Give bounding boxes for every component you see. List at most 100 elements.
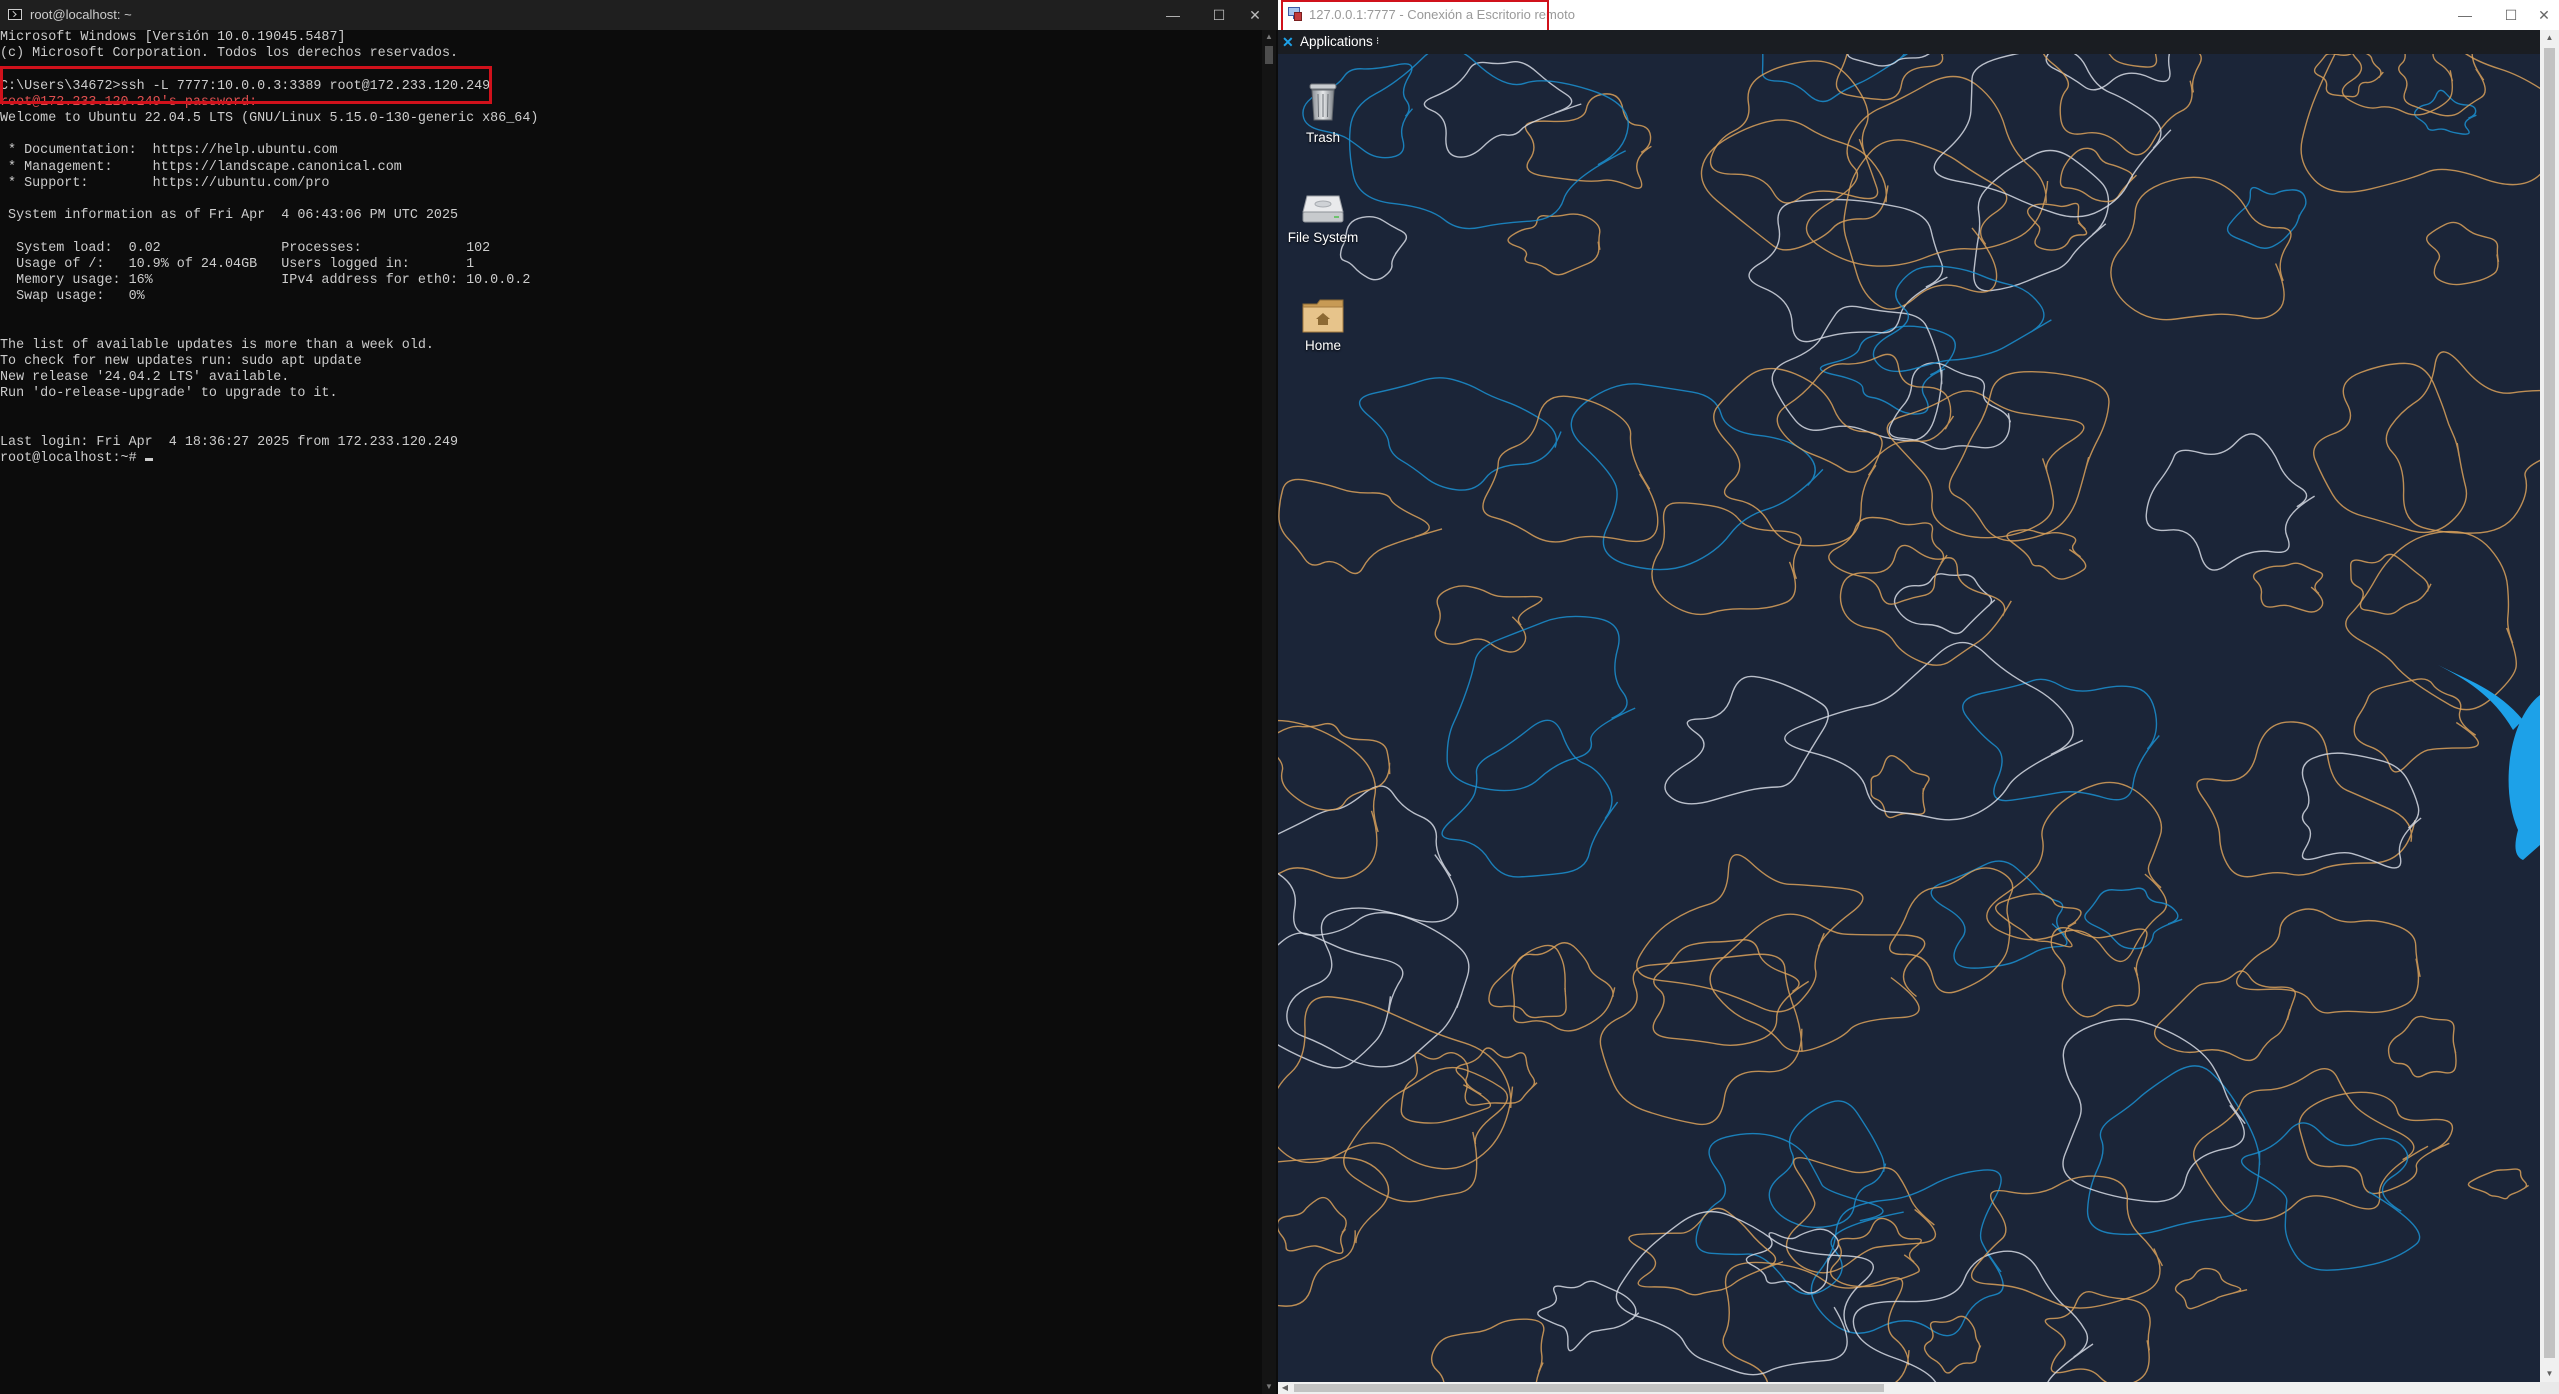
wallpaper-contour <box>1446 615 1636 792</box>
wallpaper-contour <box>1748 198 1948 343</box>
terminal-line: Memory usage: 16% IPv4 address for eth0:… <box>0 273 531 288</box>
wallpaper-contour <box>1482 395 1659 543</box>
wallpaper-contour <box>2226 186 2307 249</box>
wallpaper-contour <box>2413 89 2477 135</box>
trash-icon <box>1309 83 1337 121</box>
wallpaper-contour <box>2252 562 2324 613</box>
terminal-output[interactable]: Microsoft Windows [Versión 10.0.19045.54… <box>0 30 1262 1394</box>
scroll-left-icon[interactable]: ◀ <box>1278 1382 1292 1394</box>
wallpaper-contour <box>1652 939 1810 1047</box>
terminal-scrollbar[interactable]: ▲ ▼ <box>1262 30 1276 1394</box>
terminal-minimize-button[interactable]: — <box>1150 0 1196 30</box>
terminal-scroll-thumb[interactable] <box>1265 46 1273 64</box>
wallpaper-contour <box>1886 390 2085 539</box>
ssh-command-highlight <box>0 66 492 104</box>
wallpaper-contour <box>1278 1196 1347 1254</box>
wallpaper-contour <box>1278 478 1443 575</box>
wallpaper-contour <box>1455 1047 1538 1106</box>
wallpaper-contour <box>2426 221 2500 286</box>
wallpaper-contour <box>2313 362 2468 534</box>
wallpaper-contour <box>2062 1018 2246 1203</box>
applications-menu-handle-icon[interactable]: ⁝ <box>1376 30 1379 54</box>
rdp-hscroll-thumb[interactable] <box>1294 1384 1884 1392</box>
wallpaper-contour <box>1278 785 1459 936</box>
terminal-title: root@localhost: ~ <box>30 7 132 22</box>
desktop-icon-trash[interactable]: Trash <box>1278 82 1373 182</box>
scroll-up-icon[interactable]: ▲ <box>1262 30 1276 44</box>
wallpaper-contour <box>2349 553 2432 615</box>
desktop-icon-label: Trash <box>1305 130 1340 145</box>
terminal-line: Welcome to Ubuntu 22.04.5 LTS (GNU/Linux… <box>0 111 539 126</box>
wallpaper-contour <box>2467 1168 2529 1200</box>
wallpaper-contour <box>1651 502 1802 616</box>
wallpaper-contour <box>2154 970 2296 1062</box>
remote-desktop-window[interactable]: 127.0.0.1:7777 - Conexión a Escritorio r… <box>1278 0 2559 1394</box>
wallpaper-contour <box>1986 781 2168 963</box>
terminal-line: The list of available updates is more th… <box>0 337 434 353</box>
remote-desktop[interactable]: ✕ Applications ⁝ Trash File System Home <box>1278 30 2540 1382</box>
scrollbar-corner <box>2540 1382 2559 1394</box>
desktop-icon-home[interactable]: Home <box>1278 298 1373 398</box>
wallpaper-contour <box>1709 913 1926 1052</box>
applications-menu[interactable]: Applications <box>1300 30 1373 54</box>
wallpaper-contour <box>2235 908 2421 1014</box>
scroll-up-icon[interactable]: ▲ <box>2540 30 2559 46</box>
home-folder-icon <box>1302 299 1344 333</box>
wallpaper-contour <box>1839 544 2012 666</box>
rdp-vertical-scrollbar[interactable]: ▲ ▼ <box>2540 30 2559 1382</box>
drive-icon <box>1302 195 1344 223</box>
scroll-down-icon[interactable]: ▼ <box>2540 1366 2559 1382</box>
xfce-top-panel: ✕ Applications ⁝ <box>1278 30 2540 54</box>
wallpaper-contour <box>1768 1100 1887 1229</box>
wallpaper-contour <box>1278 932 1404 1069</box>
wallpaper-contour <box>2050 926 2148 1018</box>
terminal-app-icon <box>8 9 22 20</box>
desktop-icon-file-system[interactable]: File System <box>1278 190 1373 290</box>
rdp-horizontal-scrollbar[interactable]: ◀ <box>1278 1382 2540 1394</box>
wallpaper-contour <box>2241 1122 2421 1271</box>
terminal-line: Run 'do-release-upgrade' to upgrade to i… <box>0 386 338 402</box>
wallpaper-contour <box>1785 1157 1937 1274</box>
terminal-line: * Management: https://landscape.canonica… <box>0 159 402 175</box>
wallpaper-contour <box>1286 907 1470 1068</box>
wallpaper-contour <box>2174 1267 2248 1310</box>
scroll-down-icon[interactable]: ▼ <box>1262 1380 1276 1394</box>
terminal-line: * Documentation: https://help.ubuntu.com <box>0 143 338 159</box>
wallpaper-contour <box>1278 996 1514 1170</box>
rdp-vscroll-thumb[interactable] <box>2544 48 2555 1358</box>
terminal-line: Last login: Fri Apr 4 18:36:27 2025 from… <box>0 435 459 450</box>
desktop-icon-label: File System <box>1287 230 1359 245</box>
terminal-line: Microsoft Windows [Versión 10.0.19045.54… <box>0 30 346 45</box>
wallpaper-contour <box>2145 433 2315 571</box>
rdp-title-highlight <box>1281 0 1549 32</box>
wallpaper-contour <box>1889 867 2014 994</box>
rdp-titlebar[interactable]: 127.0.0.1:7777 - Conexión a Escritorio r… <box>1278 0 2559 32</box>
wallpaper-contour <box>1434 585 1543 653</box>
wallpaper-contour <box>1709 60 1879 204</box>
wallpaper-contour <box>1784 641 2084 821</box>
wallpaper-contour <box>2086 1065 2261 1236</box>
wallpaper-contour <box>1962 678 2160 802</box>
wallpaper-contour <box>1923 1315 1982 1374</box>
wallpaper-contour <box>2387 1015 2457 1078</box>
wallpaper-contour <box>1570 383 1824 571</box>
wallpaper-contour <box>1599 953 1803 1126</box>
wallpaper-contour <box>2301 752 2422 869</box>
wallpaper-contour <box>2084 887 2183 950</box>
wallpaper-contour <box>1948 370 2110 542</box>
wallpaper-contour <box>1507 213 1601 276</box>
rdp-close-button[interactable]: ✕ <box>2521 0 2559 30</box>
rdp-minimize-button[interactable]: — <box>2442 0 2488 30</box>
wallpaper-contour <box>1511 942 1616 1032</box>
wallpaper-contour <box>1488 944 1567 1019</box>
wallpaper-contour <box>2298 1091 2454 1195</box>
terminal-titlebar[interactable]: root@localhost: ~ — ☐ ✕ <box>0 0 1278 30</box>
terminal-line: Swap usage: 0% <box>0 289 145 305</box>
wallpaper-contour <box>1348 46 1629 230</box>
wallpaper-contour <box>1524 93 1652 189</box>
terminal-close-button[interactable]: ✕ <box>1232 0 1278 30</box>
terminal-window[interactable]: root@localhost: ~ — ☐ ✕ Microsoft Window… <box>0 0 1278 1394</box>
xfce-logo-icon[interactable]: ✕ <box>1282 34 1296 50</box>
terminal-line: To check for new updates run: sudo apt u… <box>0 354 362 369</box>
terminal-line: (c) Microsoft Corporation. Todos los der… <box>0 46 459 62</box>
